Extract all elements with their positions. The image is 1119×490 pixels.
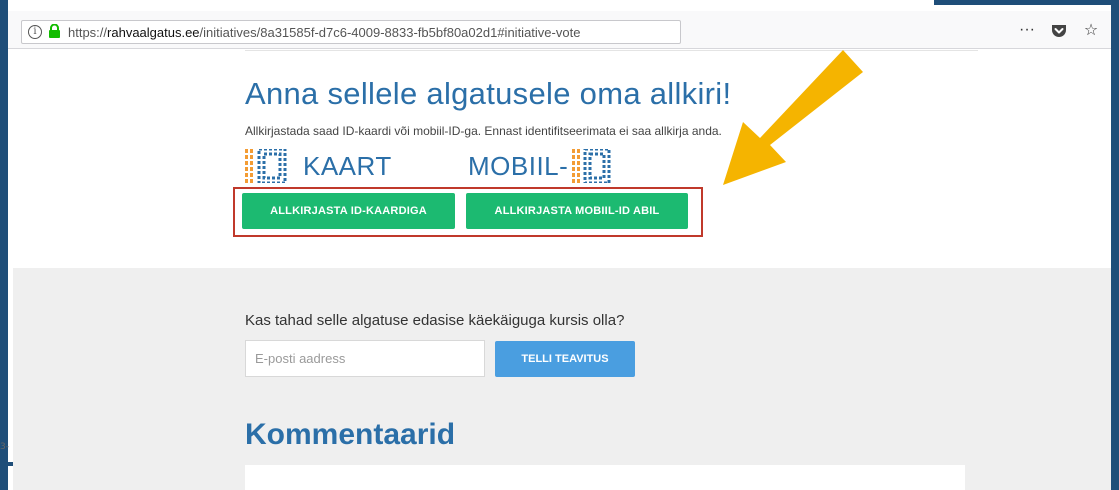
toolbar-right: ··· ☆ <box>1017 20 1101 40</box>
pocket-icon[interactable] <box>1049 20 1069 40</box>
url-prefix: https:// <box>68 24 108 40</box>
comments-title: Kommentaarid <box>245 418 456 451</box>
sign-id-card-button[interactable]: ALLKIRJASTA ID-KAARDIGA <box>242 193 455 229</box>
edge-text: 3- <box>0 442 9 452</box>
url-field[interactable]: i https://rahvaalgatus.ee/initiatives/8a… <box>21 20 681 44</box>
sign-mobile-id-button[interactable]: ALLKIRJASTA MOBIIL-ID ABIL <box>466 193 688 229</box>
email-field[interactable] <box>245 340 485 377</box>
comments-box <box>245 465 965 490</box>
subscribe-button[interactable]: TELLI TEAVITUS <box>495 341 635 377</box>
id-mark-icon <box>572 149 611 183</box>
id-card-logo: KAART <box>245 148 392 184</box>
frame-top-right <box>934 0 1119 5</box>
sign-description: Allkirjastada saad ID-kaardi või mobiil-… <box>245 124 722 138</box>
lock-icon[interactable] <box>48 24 62 40</box>
more-icon[interactable]: ··· <box>1017 20 1037 40</box>
page-content: Anna sellele algatusele oma allkiri! All… <box>13 50 1111 490</box>
address-bar: i https://rahvaalgatus.ee/initiatives/8a… <box>8 11 1111 49</box>
info-icon[interactable]: i <box>28 25 42 39</box>
frame-right <box>1111 0 1119 490</box>
bookmark-star-icon[interactable]: ☆ <box>1081 20 1101 40</box>
id-card-logo-text: KAART <box>303 150 392 181</box>
url-text: https://rahvaalgatus.ee/initiatives/8a31… <box>68 25 580 40</box>
subscribe-question: Kas tahad selle algatuse edasise käekäig… <box>245 312 625 329</box>
frame-top <box>0 0 1119 5</box>
frame-left <box>0 0 8 490</box>
url-path: /initiatives/8a31585f-d7c6-4009-8833-fb5… <box>199 24 581 40</box>
arrow-icon <box>723 50 863 185</box>
mobile-id-logo: MOBIIL- <box>468 148 612 184</box>
mobile-id-logo-text: MOBIIL- <box>468 150 569 181</box>
url-domain: rahvaalgatus.ee <box>107 24 200 40</box>
id-mark-icon <box>245 149 287 183</box>
sign-title: Anna sellele algatusele oma allkiri! <box>245 76 732 111</box>
subscribe-section <box>13 268 1111 490</box>
